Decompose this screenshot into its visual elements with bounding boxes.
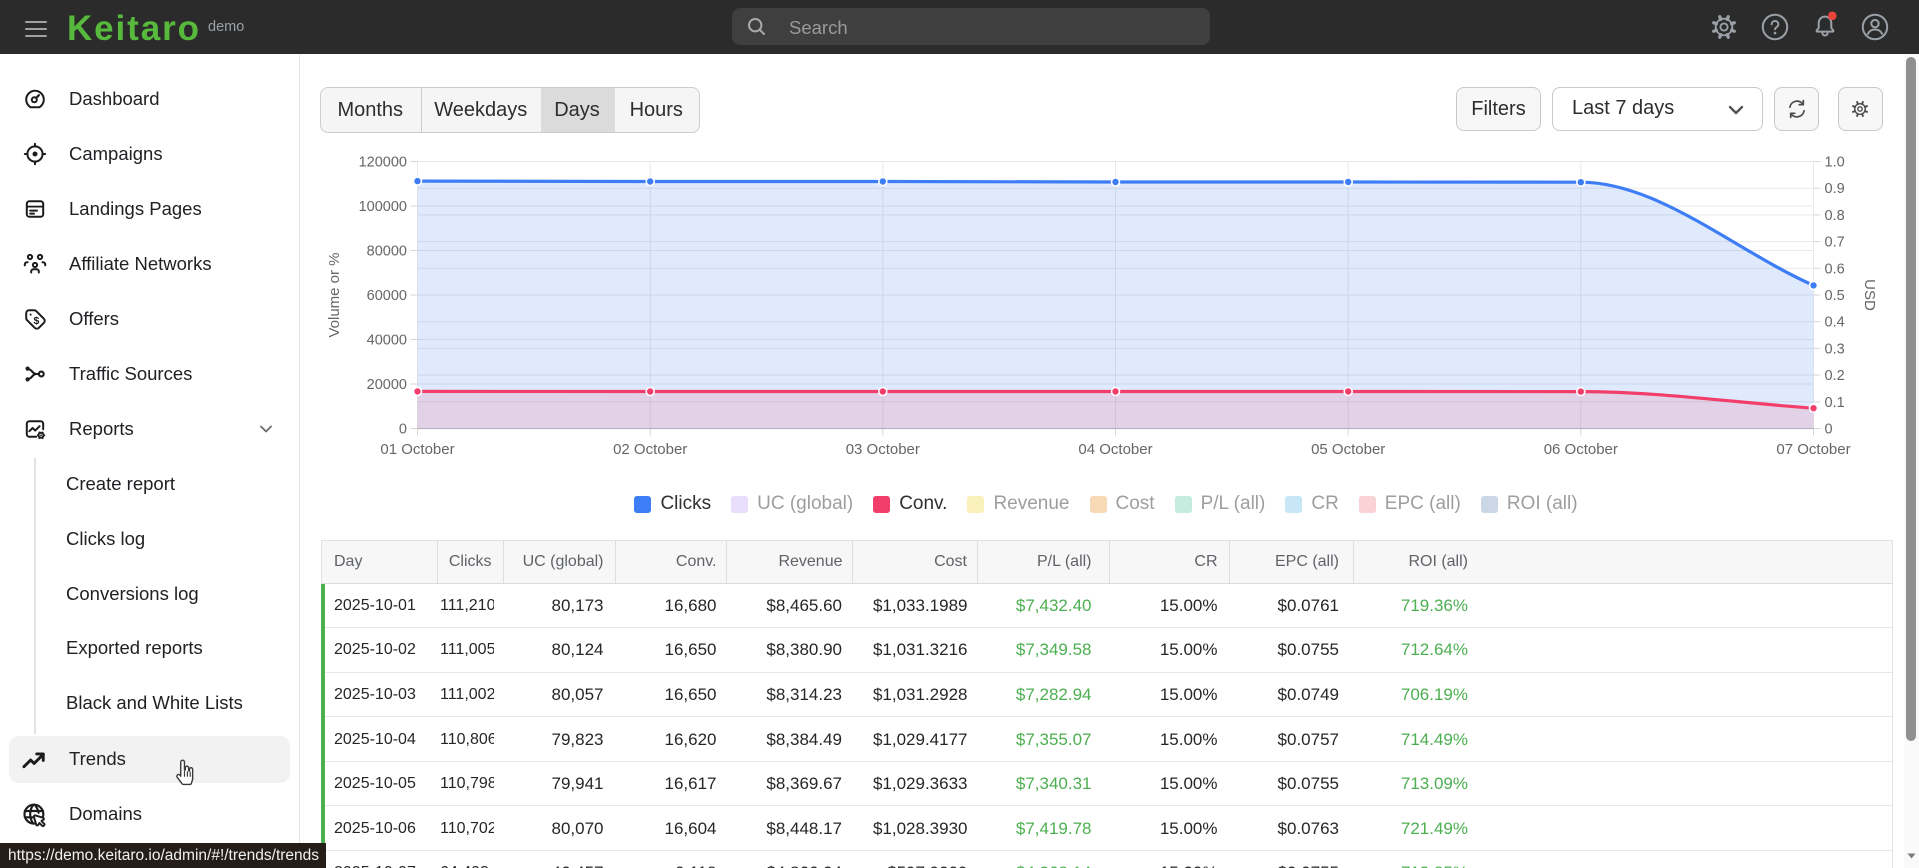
svg-text:06 October: 06 October — [1544, 441, 1618, 458]
svg-text:04 October: 04 October — [1078, 441, 1152, 458]
svg-text:01 October: 01 October — [380, 441, 454, 458]
svg-text:0.7: 0.7 — [1825, 235, 1845, 251]
svg-text:0.4: 0.4 — [1825, 315, 1845, 331]
svg-text:0.9: 0.9 — [1825, 181, 1845, 197]
svg-text:120000: 120000 — [359, 155, 407, 171]
svg-text:1.0: 1.0 — [1825, 155, 1845, 171]
svg-text:02 October: 02 October — [613, 441, 687, 458]
svg-text:80000: 80000 — [367, 244, 407, 260]
svg-text:USD: USD — [1861, 279, 1878, 311]
svg-text:03 October: 03 October — [846, 441, 920, 458]
svg-text:0.8: 0.8 — [1825, 208, 1845, 224]
svg-text:0.5: 0.5 — [1825, 288, 1845, 304]
svg-text:0.3: 0.3 — [1825, 341, 1845, 357]
svg-text:05 October: 05 October — [1311, 441, 1385, 458]
svg-text:0: 0 — [1825, 422, 1833, 438]
svg-text:40000: 40000 — [367, 333, 407, 349]
svg-text:0.6: 0.6 — [1825, 261, 1845, 277]
svg-text:20000: 20000 — [367, 377, 407, 393]
svg-text:100000: 100000 — [359, 199, 407, 215]
svg-text:0: 0 — [399, 422, 407, 438]
svg-text:Volume or %: Volume or % — [326, 252, 343, 337]
svg-text:0.2: 0.2 — [1825, 368, 1845, 384]
svg-text:$: $ — [33, 315, 39, 327]
svg-text:07 October: 07 October — [1776, 441, 1850, 458]
svg-text:60000: 60000 — [367, 288, 407, 304]
svg-text:0.1: 0.1 — [1825, 395, 1845, 411]
